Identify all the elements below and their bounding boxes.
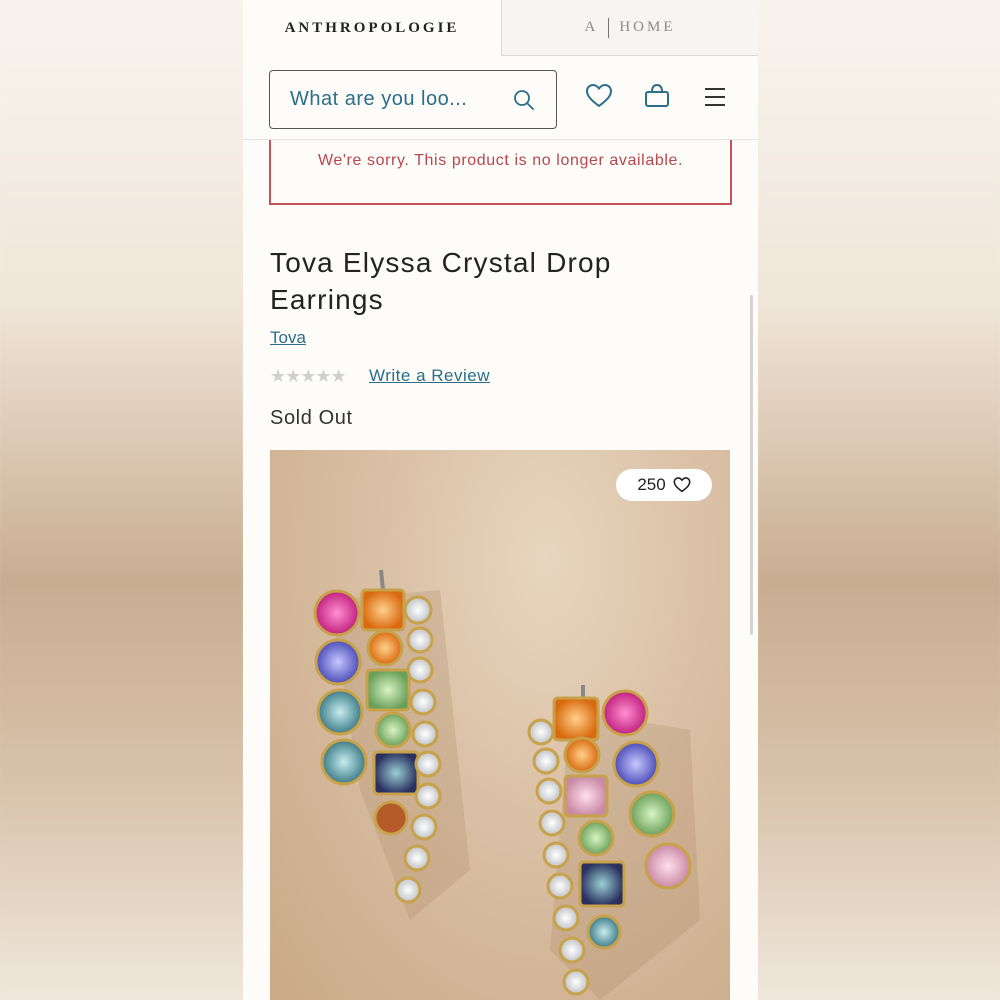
favorite-button[interactable]: 250 bbox=[616, 469, 712, 501]
stock-status: Sold Out bbox=[270, 407, 353, 429]
tab-home-label: HOME bbox=[619, 19, 676, 35]
alert-message: We're sorry. This product is no longer a… bbox=[317, 151, 684, 169]
earrings-illustration bbox=[313, 569, 700, 1000]
site-tabs: ANTHROPOLOGIE A HOME bbox=[243, 0, 758, 56]
product-image[interactable]: 250 bbox=[270, 450, 730, 1000]
tab-home-a: A bbox=[584, 19, 599, 35]
product-title: Tova Elyssa Crystal Drop Earrings bbox=[270, 247, 612, 315]
scrollbar[interactable] bbox=[750, 295, 753, 635]
tab-home-divider bbox=[608, 17, 610, 38]
background-left bbox=[0, 0, 243, 1000]
brand-link[interactable]: Tova bbox=[270, 328, 306, 348]
unavailable-alert: We're sorry. This product is no longer a… bbox=[269, 140, 732, 205]
search-input[interactable]: What are you loo... bbox=[269, 70, 557, 129]
background-right bbox=[758, 0, 1000, 1000]
heart-icon bbox=[673, 477, 691, 493]
search-placeholder: What are you loo... bbox=[290, 88, 468, 110]
heart-icon[interactable] bbox=[585, 82, 613, 110]
menu-icon[interactable] bbox=[703, 86, 727, 108]
write-review-link[interactable]: Write a Review bbox=[369, 366, 490, 386]
tab-anthropologie-label: ANTHROPOLOGIE bbox=[284, 19, 460, 36]
tab-anthropologie[interactable]: ANTHROPOLOGIE bbox=[243, 0, 501, 56]
header: What are you loo... bbox=[243, 56, 758, 140]
search-icon[interactable] bbox=[512, 88, 536, 112]
basket-icon[interactable] bbox=[643, 82, 671, 110]
phone-screen: ANTHROPOLOGIE A HOME What are you loo... bbox=[243, 0, 758, 1000]
rating-stars: ★★★★★ bbox=[270, 366, 347, 386]
tab-home[interactable]: A HOME bbox=[501, 0, 758, 56]
favorite-count: 250 bbox=[637, 475, 666, 494]
